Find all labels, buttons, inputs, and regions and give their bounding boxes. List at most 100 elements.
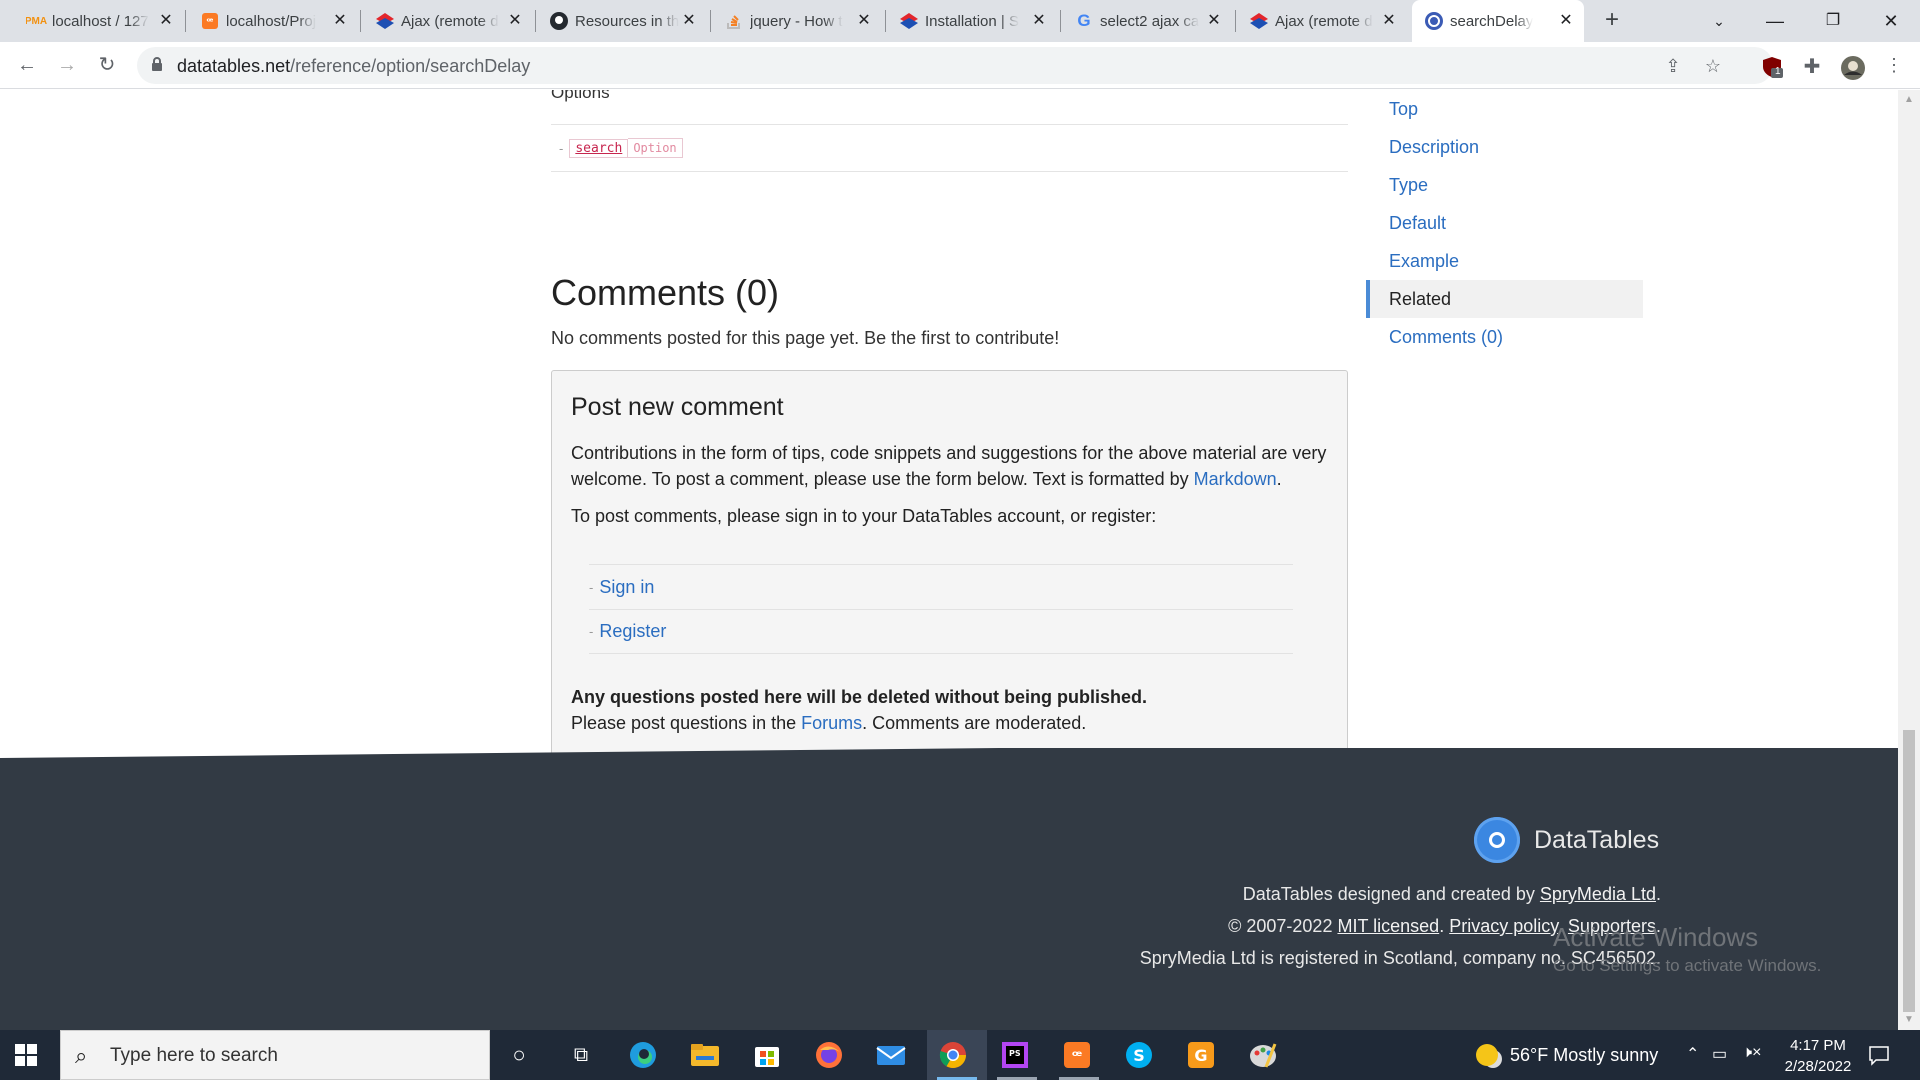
footer-credit: DataTables designed and created by SpryM… — [1243, 884, 1661, 905]
close-tab-icon[interactable]: ✕ — [505, 11, 525, 31]
forums-link[interactable]: Forums — [801, 713, 862, 733]
xampp-icon: ꟹ — [200, 11, 220, 31]
sprymedia-link[interactable]: SpryMedia Ltd — [1540, 884, 1656, 904]
text: . — [1655, 884, 1661, 904]
volume-muted-icon[interactable]: 🕨× — [1742, 1044, 1761, 1062]
address-bar[interactable]: datatables.net/reference/option/searchDe… — [137, 47, 1773, 84]
notifications-icon[interactable] — [1867, 1043, 1891, 1067]
windows-start-icon[interactable] — [14, 1043, 38, 1067]
forward-icon[interactable]: → — [53, 51, 81, 79]
svg-text:G: G — [1194, 1046, 1207, 1065]
microsoft-store-icon[interactable] — [751, 1039, 783, 1071]
browser-menu-icon[interactable]: ⋮ — [1880, 51, 1908, 79]
minimize-icon[interactable]: — — [1760, 6, 1790, 36]
list-bullet: - — [589, 624, 594, 639]
related-option-link[interactable]: search — [569, 138, 629, 158]
lock-icon — [152, 57, 162, 71]
comments-intro: No comments posted for this page yet. Be… — [551, 328, 1060, 348]
tab-stackoverflow[interactable]: jquery - How t ✕ — [724, 6, 874, 36]
text: Please post questions in the — [571, 713, 802, 733]
close-tab-icon[interactable]: ✕ — [1556, 11, 1576, 31]
nav-item-description[interactable]: Description — [1366, 128, 1643, 166]
sign-in-link[interactable]: Sign in — [599, 577, 654, 598]
mail-icon[interactable] — [875, 1039, 907, 1071]
stackoverflow-icon — [724, 11, 744, 31]
tab-label: localhost/Proj — [226, 12, 317, 30]
extensions-puzzle-icon[interactable]: ✚ — [1800, 55, 1824, 79]
taskbar-clock[interactable]: 4:17 PM 2/28/2022 — [1770, 1035, 1866, 1077]
close-tab-icon[interactable]: ✕ — [1204, 11, 1224, 31]
firefox-icon[interactable] — [813, 1039, 845, 1071]
cortana-icon[interactable]: ○ — [503, 1039, 535, 1071]
close-tab-icon[interactable]: ✕ — [1379, 11, 1399, 31]
skype-icon[interactable]: S — [1123, 1039, 1155, 1071]
windows-taskbar: ⌕ Type here to search ○ ⧉ PS ꟹ S G 56°F … — [0, 1030, 1920, 1080]
nav-item-example[interactable]: Example — [1366, 242, 1643, 280]
tab-searchdelay[interactable]: searchDelay ✕ — [1412, 0, 1584, 42]
nav-item-comments[interactable]: Comments (0) — [1366, 318, 1643, 356]
close-window-icon[interactable]: ✕ — [1876, 6, 1906, 36]
restore-icon[interactable]: ❐ — [1818, 6, 1848, 36]
close-tab-icon[interactable]: ✕ — [156, 11, 176, 31]
task-view-icon[interactable]: ⧉ — [565, 1039, 597, 1071]
nav-item-default[interactable]: Default — [1366, 204, 1643, 242]
footer-logo[interactable]: DataTables — [1474, 817, 1659, 863]
activate-windows-watermark: Activate Windows Go to Settings to activ… — [1553, 922, 1821, 976]
mit-license-link[interactable]: MIT licensed — [1337, 916, 1439, 936]
questions-warning: Any questions posted here will be delete… — [571, 687, 1148, 707]
tab-separator — [1060, 10, 1061, 32]
close-tab-icon[interactable]: ✕ — [1029, 11, 1049, 31]
close-tab-icon[interactable]: ✕ — [330, 11, 350, 31]
tab-github[interactable]: Resources in th ✕ — [549, 6, 699, 36]
search-icon: ⌕ — [75, 1043, 88, 1068]
edge-icon[interactable] — [627, 1039, 659, 1071]
reload-icon[interactable]: ↻ — [93, 51, 121, 79]
new-tab-button[interactable]: + — [1600, 8, 1624, 32]
scrollbar-thumb[interactable] — [1903, 730, 1915, 1012]
scroll-up-icon[interactable]: ▲ — [1904, 94, 1914, 105]
file-explorer-icon[interactable] — [689, 1039, 721, 1071]
tab-ajax-1[interactable]: Ajax (remote d ✕ — [375, 6, 525, 36]
xampp-icon[interactable]: ꟹ — [1061, 1039, 1093, 1071]
tab-search-icon[interactable]: ⌄ — [1704, 6, 1734, 36]
tab-phpmyadmin[interactable]: PMA localhost / 127 ✕ — [26, 6, 176, 36]
tab-installation[interactable]: Installation | S ✕ — [899, 6, 1049, 36]
tab-google[interactable]: G select2 ajax ca ✕ — [1074, 6, 1224, 36]
tab-ajax-2[interactable]: Ajax (remote d ✕ — [1249, 6, 1399, 36]
weather-text: 56°F Mostly sunny — [1510, 1044, 1659, 1065]
back-icon[interactable]: ← — [13, 51, 41, 79]
paint-icon[interactable] — [1247, 1039, 1279, 1071]
chrome-icon[interactable] — [937, 1039, 969, 1071]
scroll-down-icon[interactable]: ▼ — [1904, 1014, 1914, 1025]
taskbar-search-box[interactable]: ⌕ Type here to search — [60, 1030, 490, 1080]
privacy-policy-link[interactable]: Privacy policy — [1449, 916, 1558, 936]
tab-label: searchDelay — [1450, 12, 1534, 30]
close-tab-icon[interactable]: ✕ — [854, 11, 874, 31]
tab-strip: PMA localhost / 127 ✕ ꟹ localhost/Proj ✕… — [0, 0, 1920, 42]
nav-item-related[interactable]: Related — [1366, 280, 1643, 318]
weather-widget[interactable]: 56°F Mostly sunny — [1476, 1044, 1658, 1066]
battery-icon[interactable]: ▭ — [1712, 1044, 1727, 1064]
register-link[interactable]: Register — [599, 621, 666, 642]
show-hidden-icons-chevron[interactable]: ⌃ — [1686, 1044, 1699, 1064]
ublock-extension-icon[interactable]: 1 — [1760, 55, 1784, 79]
page-scrollbar[interactable]: ▲ ▼ — [1898, 90, 1920, 1030]
svg-text:S: S — [1133, 1046, 1145, 1065]
nav-item-top[interactable]: Top — [1366, 90, 1643, 128]
tab-xampp[interactable]: ꟹ localhost/Proj ✕ — [200, 6, 350, 36]
post-comment-title: Post new comment — [571, 393, 784, 421]
sublime-merge-icon[interactable]: G — [1185, 1039, 1217, 1071]
bookmark-star-icon[interactable]: ☆ — [1701, 54, 1725, 78]
markdown-link[interactable]: Markdown — [1194, 469, 1277, 489]
close-tab-icon[interactable]: ✕ — [679, 11, 699, 31]
share-icon[interactable]: ⇪ — [1661, 54, 1685, 78]
phpstorm-icon[interactable]: PS — [999, 1039, 1031, 1071]
nav-item-type[interactable]: Type — [1366, 166, 1643, 204]
profile-avatar[interactable] — [1840, 55, 1865, 80]
web-page: Options - search Option Comments (0) No c… — [0, 90, 1898, 1030]
tab-label: Ajax (remote d — [1275, 12, 1373, 30]
partly-sunny-icon — [1476, 1044, 1498, 1066]
options-heading: Options — [551, 90, 610, 102]
tab-separator — [885, 10, 886, 32]
tab-label: select2 ajax ca — [1100, 12, 1200, 30]
